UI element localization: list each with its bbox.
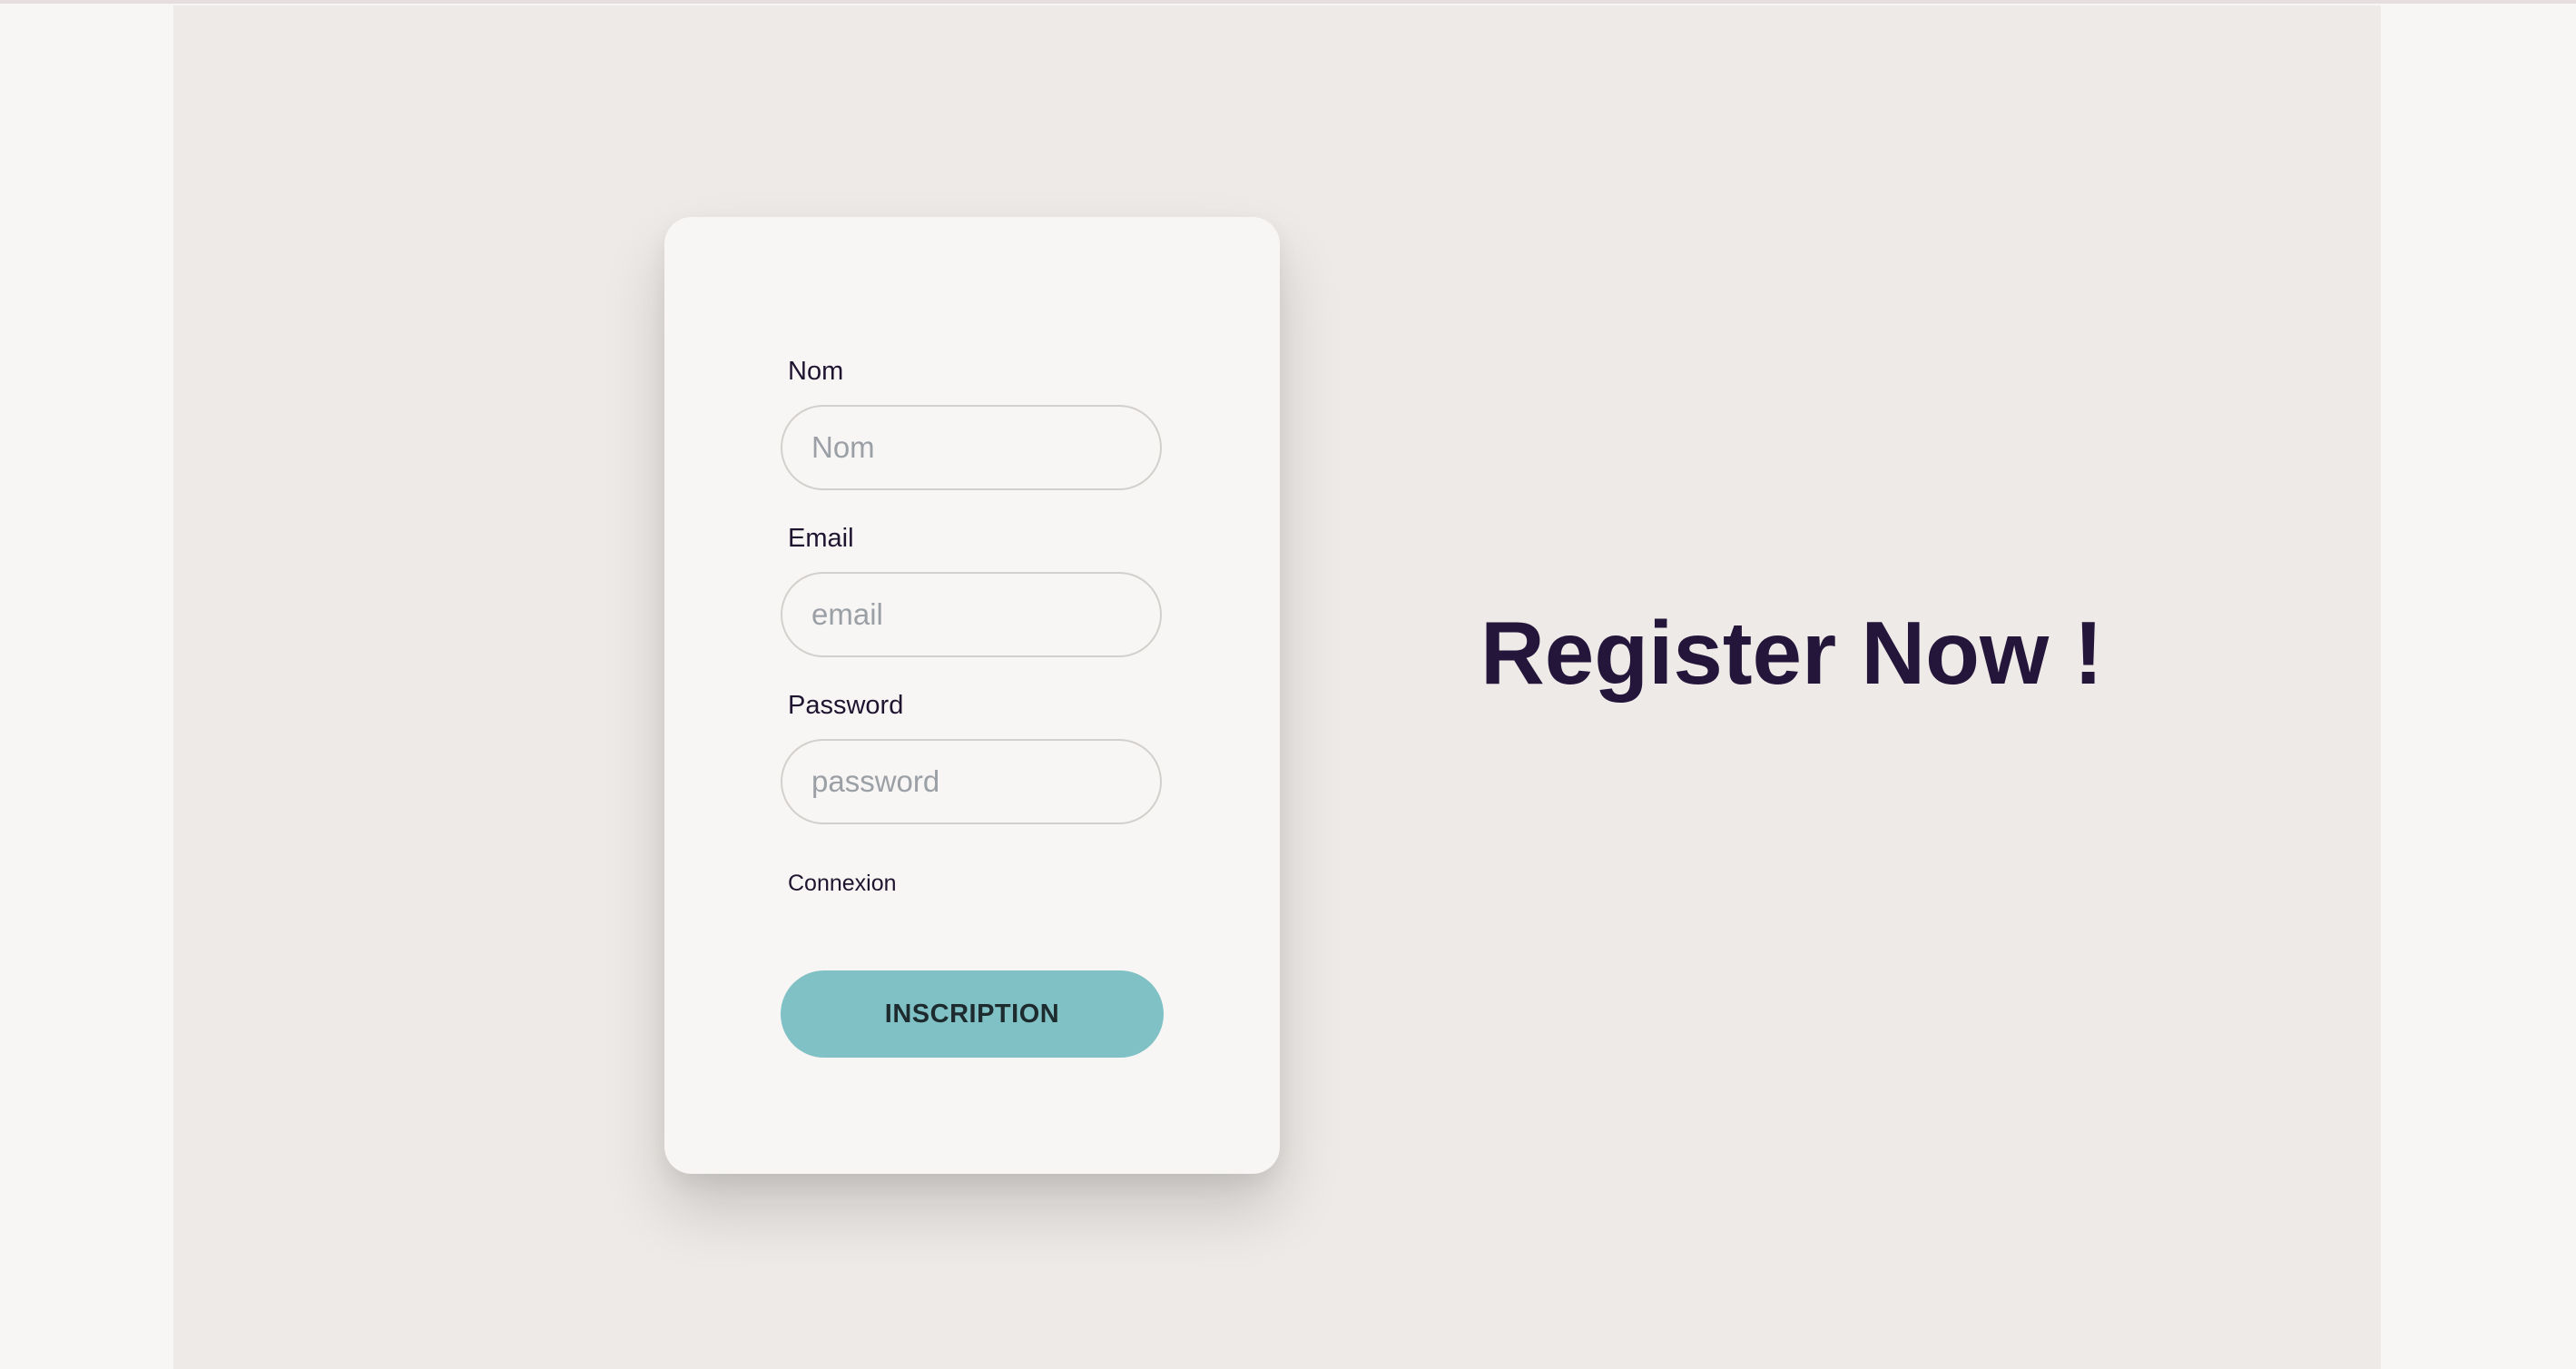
- page-title: Register Now !: [1480, 603, 2104, 703]
- register-form-card: Nom Email Password Connexion INSCRIPTION: [664, 217, 1280, 1174]
- name-label: Nom: [788, 357, 844, 386]
- top-divider: [0, 0, 2576, 4]
- name-input[interactable]: [781, 405, 1162, 490]
- password-input[interactable]: [781, 739, 1162, 824]
- email-input[interactable]: [781, 572, 1162, 657]
- login-link[interactable]: Connexion: [788, 872, 897, 895]
- password-label: Password: [788, 691, 904, 720]
- page-main: Nom Email Password Connexion INSCRIPTION…: [173, 5, 2381, 1369]
- email-label: Email: [788, 524, 854, 553]
- register-button[interactable]: INSCRIPTION: [781, 970, 1164, 1058]
